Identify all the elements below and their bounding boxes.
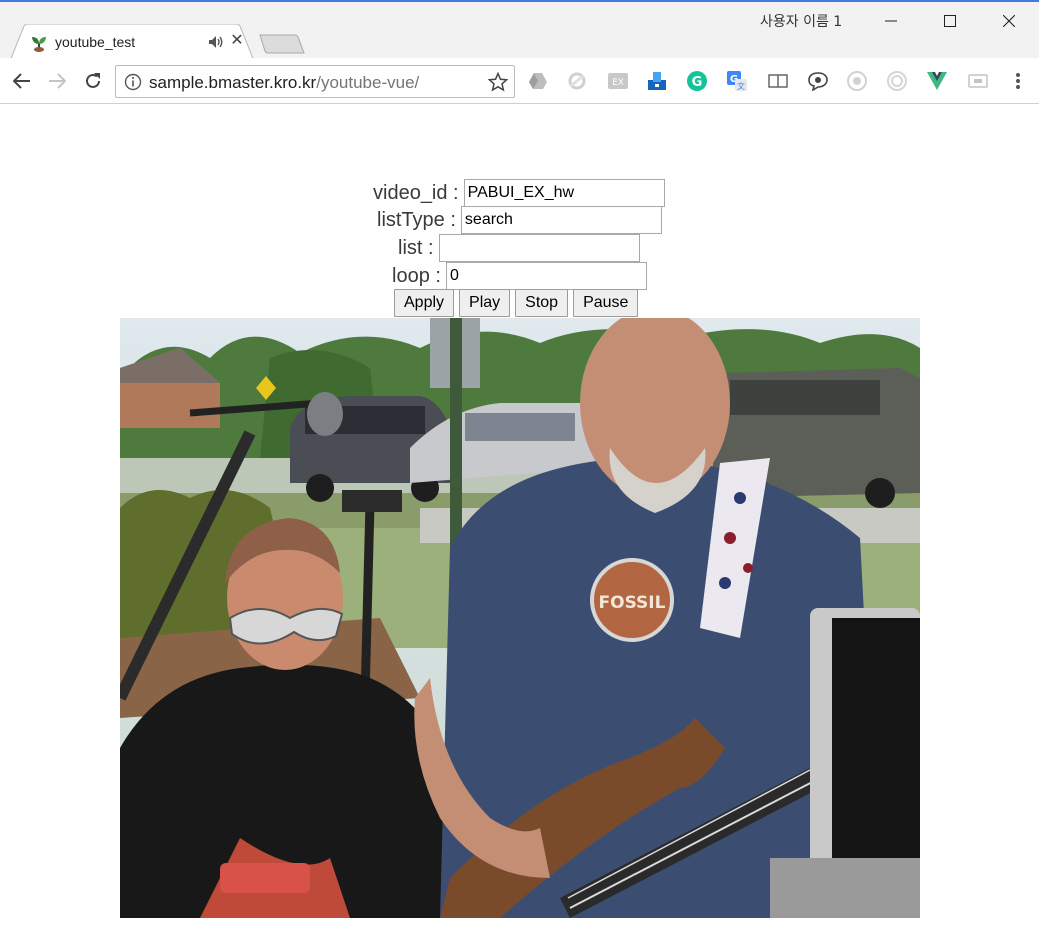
list-type-input[interactable] bbox=[460, 206, 662, 234]
url-text: sample.bmaster.kro.kr/youtube-vue/ bbox=[149, 73, 419, 93]
list-row: list : bbox=[398, 234, 640, 262]
arrow-left-icon bbox=[13, 73, 30, 89]
clipper-icon[interactable] bbox=[646, 70, 668, 92]
stop-button[interactable]: Stop bbox=[515, 289, 569, 317]
loop-row: loop : bbox=[392, 262, 647, 290]
list-type-label: listType : bbox=[377, 208, 456, 231]
maximize-icon bbox=[944, 15, 956, 27]
new-tab-button[interactable] bbox=[259, 34, 305, 54]
svg-text:文: 文 bbox=[737, 81, 745, 91]
tab-title: youtube_test bbox=[55, 34, 136, 50]
youtube-player[interactable]: FOSSIL bbox=[120, 318, 920, 918]
list-input[interactable] bbox=[438, 234, 640, 262]
sprout-icon bbox=[32, 37, 46, 52]
reload-button[interactable] bbox=[81, 69, 105, 93]
ex-icon[interactable]: EX bbox=[607, 70, 629, 92]
maximize-button[interactable] bbox=[921, 4, 979, 38]
cast-icon[interactable] bbox=[967, 70, 989, 92]
url-host: sample.bmaster.kro.kr bbox=[149, 73, 317, 92]
arrow-right-icon bbox=[49, 73, 66, 89]
back-button[interactable] bbox=[10, 69, 34, 93]
minimize-icon bbox=[885, 20, 897, 22]
forward-button[interactable] bbox=[45, 69, 69, 93]
shield-icon[interactable] bbox=[846, 70, 868, 92]
control-buttons: Apply Play Stop Pause bbox=[394, 289, 639, 317]
svg-text:EX: EX bbox=[612, 78, 624, 88]
shirt-logo-text: FOSSIL bbox=[599, 593, 666, 613]
video-frame: FOSSIL bbox=[120, 318, 920, 918]
loop-input[interactable] bbox=[445, 262, 647, 290]
browser-titlebar: youtube_test ✕ 사용자 이름 1 bbox=[0, 0, 1039, 61]
drive-icon[interactable] bbox=[527, 70, 549, 92]
video-id-row: video_id : bbox=[373, 179, 665, 207]
grammarly-icon[interactable]: G bbox=[686, 70, 708, 92]
target-icon[interactable] bbox=[886, 70, 908, 92]
list-type-row: listType : bbox=[377, 206, 662, 234]
loop-label: loop : bbox=[392, 264, 441, 287]
reload-icon bbox=[86, 73, 100, 88]
browser-toolbar: sample.bmaster.kro.kr/youtube-vue/ EX G … bbox=[0, 58, 1039, 104]
video-id-label: video_id : bbox=[373, 181, 459, 204]
translate-icon[interactable]: G文 bbox=[726, 70, 748, 92]
pause-button[interactable]: Pause bbox=[573, 289, 639, 317]
tab-close-icon[interactable]: ✕ bbox=[229, 32, 245, 50]
svg-text:G: G bbox=[692, 75, 703, 90]
speaker-icon[interactable] bbox=[208, 35, 224, 49]
menu-icon[interactable] bbox=[1008, 70, 1028, 92]
chat-icon[interactable] bbox=[807, 70, 829, 92]
profile-name[interactable]: 사용자 이름 1 bbox=[760, 11, 842, 31]
sync-icon[interactable] bbox=[566, 70, 588, 92]
close-icon bbox=[1003, 15, 1015, 27]
address-bar[interactable]: sample.bmaster.kro.kr/youtube-vue/ bbox=[115, 65, 515, 98]
list-label: list : bbox=[398, 236, 434, 259]
url-path: /youtube-vue/ bbox=[316, 73, 420, 92]
close-window-button[interactable] bbox=[980, 4, 1038, 38]
browser-tab[interactable]: youtube_test ✕ bbox=[10, 24, 254, 61]
info-icon[interactable] bbox=[124, 73, 142, 91]
minimize-button[interactable] bbox=[862, 4, 920, 38]
reader-icon[interactable] bbox=[767, 70, 789, 92]
star-icon[interactable] bbox=[488, 72, 508, 92]
vue-devtools-icon[interactable] bbox=[926, 70, 948, 92]
video-id-input[interactable] bbox=[463, 179, 665, 207]
play-button[interactable]: Play bbox=[459, 289, 511, 317]
apply-button[interactable]: Apply bbox=[394, 289, 455, 317]
